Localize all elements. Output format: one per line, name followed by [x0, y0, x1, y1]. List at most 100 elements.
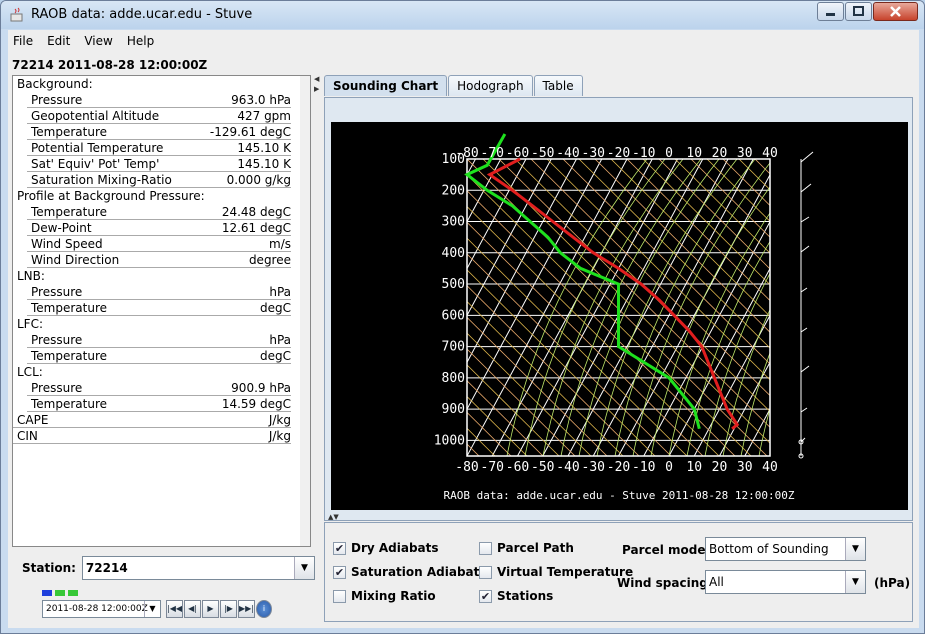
isotherm-line [331, 159, 450, 456]
menu-view[interactable]: View [84, 34, 112, 48]
x-tick-label-top: 30 [737, 146, 753, 161]
isotherm-line [331, 159, 425, 456]
value-row: Wind Speed m/s [27, 236, 291, 252]
split-arrows[interactable]: ▲▼ [328, 513, 339, 521]
value-text: 14.59 degC [221, 397, 291, 411]
cin-row: CIN J/kg [13, 428, 291, 444]
y-tick-label: 100 [442, 152, 465, 167]
last-frame-button[interactable]: ▶▶| [238, 600, 255, 618]
value-label: Pressure [31, 381, 83, 395]
dry-adiabat-line [467, 269, 656, 456]
x-tick-label-top: -20 [607, 146, 630, 161]
chevron-down-icon[interactable]: ▼ [293, 557, 314, 579]
checkbox-box[interactable] [333, 589, 346, 603]
value-text: degree [248, 253, 291, 267]
y-tick-label: 300 [442, 215, 465, 230]
menu-help[interactable]: Help [127, 34, 154, 48]
chevron-down-icon[interactable]: ▼ [845, 538, 865, 560]
aero-values-panel: Background: Pressure 963.0 hPa Geopotent… [12, 75, 311, 547]
time-step-2[interactable] [55, 590, 65, 596]
time-step-1[interactable] [42, 590, 52, 596]
wind-spacing-combo[interactable]: All ▼ [705, 570, 866, 594]
x-tick-label-bottom: -20 [607, 460, 630, 475]
collapse-left-icon[interactable]: ◀ [314, 75, 319, 83]
section-header: LNB: [17, 269, 45, 283]
maximize-icon [853, 6, 864, 16]
section-header: Profile at Background Pressure: [17, 189, 205, 203]
value-row: Pressure 900.9 hPa [27, 380, 291, 396]
play-button[interactable]: ▶ [202, 600, 219, 618]
value-text: 427 gpm [237, 109, 291, 123]
chevron-down-icon[interactable]: ▼ [845, 571, 865, 593]
checkbox-box[interactable] [479, 541, 492, 555]
value-label: Saturation Mixing-Ratio [31, 173, 172, 187]
value-text: hPa [269, 285, 291, 299]
maximize-button[interactable] [845, 2, 872, 21]
x-tick-label-bottom: 10 [686, 460, 702, 475]
x-tick-label-bottom: -30 [582, 460, 605, 475]
checkbox-box[interactable]: ✔ [333, 565, 346, 579]
dry-adiabat-line [467, 316, 608, 456]
stuve-diagram[interactable]: -80 -80 -70 -70 -60 -60 -50 -50 -40 -40 -30 -30 -20-… [331, 122, 908, 510]
x-tick-label-bottom: -50 [531, 460, 554, 475]
value-text: 12.61 degC [221, 221, 291, 235]
station-combo[interactable]: 72214 ▼ [81, 556, 315, 580]
x-tick-label-top: 20 [712, 146, 728, 161]
checkbox-box[interactable]: ✔ [479, 589, 492, 603]
time-step-3[interactable] [68, 590, 78, 596]
y-tick-label: 800 [442, 371, 465, 386]
station-time-title: 72214 2011-08-28 12:00:00Z [12, 58, 208, 72]
parcel-path-checkbox[interactable]: Parcel Path [479, 541, 574, 555]
close-icon [890, 6, 901, 17]
split-pane-divider[interactable]: ◀ ▶ [314, 75, 320, 625]
station-value: 72214 [85, 561, 128, 575]
dry-adiabat-line [803, 159, 908, 456]
time-step-indicators [42, 590, 81, 596]
virtual-temperature-checkbox[interactable]: Virtual Temperature [479, 565, 633, 579]
tab-table[interactable]: Table [533, 75, 583, 96]
x-tick-label-top: 40 [762, 146, 778, 161]
x-tick-label-bottom: -80 [455, 460, 478, 475]
value-text: hPa [269, 333, 291, 347]
first-frame-button[interactable]: |◀◀ [166, 600, 183, 618]
step-back-button[interactable]: ◀| [184, 600, 201, 618]
time-combo[interactable]: 2011-08-28 12:00:00Z ▼ [42, 600, 161, 618]
expand-right-icon[interactable]: ▶ [314, 85, 319, 93]
value-text: 0.000 g/kg [226, 173, 291, 187]
wind-barb [800, 287, 808, 293]
dry-adiabat-line [883, 159, 908, 456]
tab-sounding-chart[interactable]: Sounding Chart [324, 75, 448, 96]
chevron-down-icon[interactable]: ▼ [144, 601, 160, 617]
dry-adiabats-checkbox[interactable]: ✔ Dry Adiabats [333, 541, 439, 555]
saturation-adiabats-checkbox[interactable]: ✔ Saturation Adiabats [333, 565, 487, 579]
value-label: Temperature [31, 349, 108, 363]
vertical-scrollbar[interactable] [300, 76, 310, 546]
dry-adiabat-line [819, 159, 908, 456]
checkbox-box[interactable] [479, 565, 492, 579]
info-button[interactable]: i [256, 600, 272, 618]
minimize-button[interactable] [817, 2, 844, 21]
dry-adiabat-line [771, 159, 908, 456]
x-tick-label-top: -50 [531, 146, 554, 161]
station-selector: Station: 72214 ▼ [22, 556, 315, 580]
mixing-ratio-checkbox[interactable]: Mixing Ratio [333, 589, 436, 603]
java-app-icon [10, 7, 23, 22]
menu-edit[interactable]: Edit [47, 34, 70, 48]
parcel-mode-combo[interactable]: Bottom of Sounding ▼ [705, 537, 866, 561]
close-button[interactable] [873, 2, 918, 21]
checkbox-box[interactable]: ✔ [333, 541, 346, 555]
x-tick-label-top: -40 [556, 146, 579, 161]
x-tick-label-top: -70 [481, 146, 504, 161]
stations-checkbox[interactable]: ✔ Stations [479, 589, 553, 603]
mixing-ratio-label: Mixing Ratio [351, 589, 436, 603]
menu-file[interactable]: File [13, 34, 33, 48]
client-area: File Edit View Help 72214 2011-08-28 12:… [8, 30, 919, 628]
value-text: degC [260, 349, 291, 363]
wind-barb [800, 327, 808, 333]
value-label: Geopotential Altitude [31, 109, 160, 123]
value-row: Temperature degC [27, 348, 291, 364]
section-header: Background: [17, 77, 93, 91]
step-forward-button[interactable]: |▶ [220, 600, 237, 618]
station-label: Station: [22, 561, 76, 575]
tab-hodograph[interactable]: Hodograph [448, 75, 533, 96]
